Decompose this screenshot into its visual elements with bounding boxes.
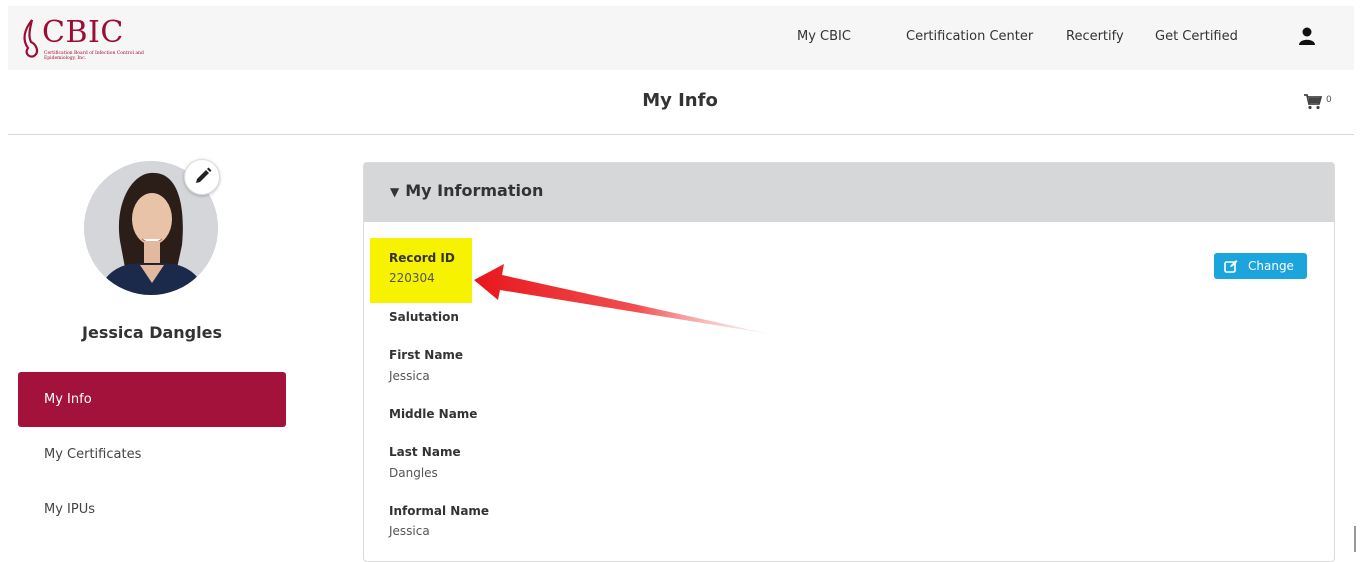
pencil-icon xyxy=(196,167,212,183)
nav-recertify[interactable]: Recertify xyxy=(1066,29,1124,44)
field-value-informal-name: Jessica xyxy=(389,524,430,538)
cart-button[interactable]: 0 xyxy=(1304,93,1348,111)
field-label-middle-name: Middle Name xyxy=(389,407,478,421)
panel-title: ▼ My Information xyxy=(390,181,543,200)
profile-name: Jessica Dangles xyxy=(82,323,222,342)
flame-logo-icon xyxy=(23,19,39,58)
panel-title-text: My Information xyxy=(405,181,544,200)
logo-tagline: Certification Board of Infection Control… xyxy=(44,51,144,61)
sidebar-item-my-ipus[interactable]: My IPUs xyxy=(18,482,286,537)
field-label-record-id: Record ID xyxy=(389,251,455,265)
cbic-logo[interactable]: CBIC Certification Board of Infection Co… xyxy=(18,14,148,66)
field-value-first-name: Jessica xyxy=(389,369,430,383)
sidebar-item-my-certificates[interactable]: My Certificates xyxy=(18,427,286,482)
page-title: My Info xyxy=(642,90,718,111)
field-label-informal-name: Informal Name xyxy=(389,504,490,518)
nav-certification-center[interactable]: Certification Center xyxy=(906,29,1033,44)
panel-header[interactable]: ▼ My Information xyxy=(364,163,1334,222)
top-nav-bar: CBIC Certification Board of Infection Co… xyxy=(8,6,1354,70)
collapse-triangle-icon: ▼ xyxy=(390,185,400,199)
user-icon[interactable] xyxy=(1297,26,1317,46)
cart-count: 0 xyxy=(1326,95,1332,105)
scrollbar-thumb[interactable] xyxy=(1354,526,1356,552)
header-divider xyxy=(8,134,1354,135)
change-button-label: Change xyxy=(1248,259,1294,273)
edit-square-icon xyxy=(1224,260,1238,273)
sidebar-item-my-info[interactable]: My Info xyxy=(18,372,286,427)
field-label-first-name: First Name xyxy=(389,348,464,362)
field-label-salutation: Salutation xyxy=(389,310,459,324)
field-value-last-name: Dangles xyxy=(389,466,438,480)
cart-icon xyxy=(1304,94,1322,110)
field-label-last-name: Last Name xyxy=(389,445,461,459)
edit-photo-button[interactable] xyxy=(184,159,220,195)
field-value-record-id: 220304 xyxy=(389,271,435,285)
nav-get-certified[interactable]: Get Certified xyxy=(1155,29,1238,44)
change-button[interactable]: Change xyxy=(1214,253,1307,279)
annotation-arrow xyxy=(474,264,770,334)
nav-my-cbic[interactable]: My CBIC xyxy=(797,29,851,44)
logo-text: CBIC xyxy=(42,15,124,50)
my-information-panel: ▼ My Information Record ID 220304 Salutat… xyxy=(363,162,1335,562)
profile-avatar-area xyxy=(84,159,220,297)
